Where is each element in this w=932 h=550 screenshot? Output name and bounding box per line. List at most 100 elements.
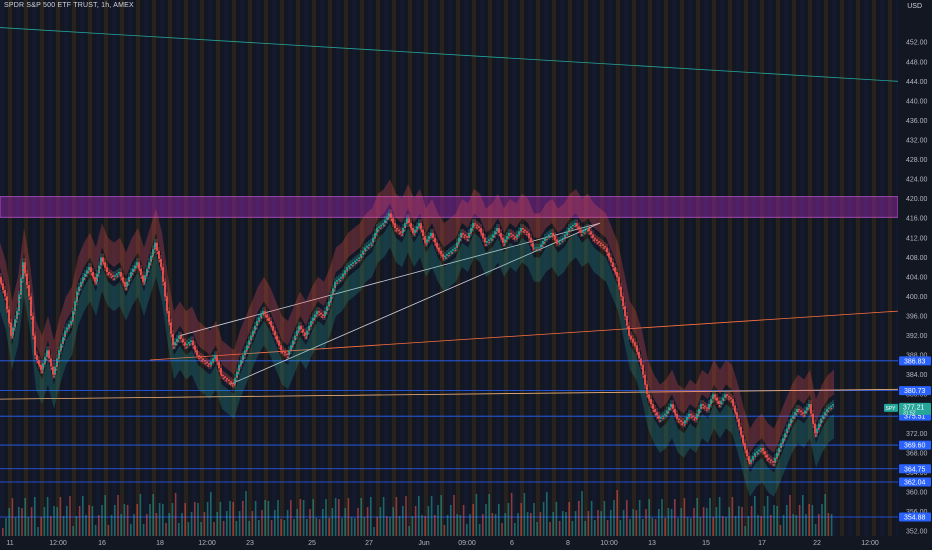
volume-bar <box>482 514 484 536</box>
volume-bar <box>203 512 206 536</box>
candle-body <box>112 275 114 277</box>
price-axis-tick: 416.00 <box>906 216 928 223</box>
session-band <box>416 0 420 536</box>
volume-bar <box>354 518 356 536</box>
candle-body <box>678 418 680 421</box>
volume-bar <box>363 517 366 536</box>
candle-body <box>560 239 562 242</box>
volume-bar <box>501 523 503 536</box>
candle-body <box>84 273 86 277</box>
candle-body <box>206 361 208 364</box>
volume-bar <box>318 519 321 536</box>
candle-body <box>762 448 764 452</box>
candle-body <box>228 379 230 382</box>
volume-bar <box>824 494 826 536</box>
volume-bar <box>565 512 567 536</box>
volume-bar <box>414 506 417 536</box>
volume-bar <box>286 510 289 536</box>
volume-bar <box>261 510 263 536</box>
volume-bar <box>648 499 650 536</box>
volume-bar <box>72 526 74 536</box>
volume-bar <box>750 506 753 536</box>
volume-bar <box>821 504 823 536</box>
volume-bar <box>34 497 36 536</box>
volume-bar <box>533 503 535 536</box>
candle-body <box>440 250 442 255</box>
session-band <box>408 0 412 536</box>
session-band <box>520 0 524 536</box>
volume-bar <box>155 513 158 536</box>
candle-body <box>554 236 556 240</box>
candle-body <box>134 265 136 269</box>
candle-body <box>596 239 598 242</box>
volume-bar <box>562 511 564 536</box>
candle-body <box>12 327 14 336</box>
candle-body <box>512 234 514 237</box>
volume-bar <box>171 503 174 536</box>
candle-body <box>398 229 400 232</box>
price-axis-tick: 432.00 <box>906 138 928 145</box>
candle-body <box>828 407 830 409</box>
volume-bar <box>488 494 490 536</box>
volume-bar <box>197 503 199 536</box>
volume-bar <box>190 512 193 536</box>
volume-bar <box>325 499 327 536</box>
time-axis-tick: 09:00 <box>458 540 476 547</box>
volume-bar <box>658 509 660 536</box>
candle-body <box>200 356 202 359</box>
candle-body <box>634 342 636 346</box>
time-axis-tick: 10:00 <box>600 540 618 547</box>
volume-bar <box>757 515 759 536</box>
candle-body <box>114 275 116 277</box>
candle-body <box>462 232 464 235</box>
resistance-zone <box>0 196 899 218</box>
volume-bar <box>178 523 180 536</box>
volume-bar <box>581 491 583 536</box>
candle-body <box>522 228 524 230</box>
session-band <box>312 0 316 536</box>
volume-bar <box>405 496 407 536</box>
volume-bar <box>504 513 506 536</box>
candle-body <box>764 451 766 455</box>
volume-bar <box>277 500 279 536</box>
candle-body <box>342 273 344 277</box>
volume-bar <box>770 515 772 536</box>
price-chart-svg[interactable]: 452.00 448.00 444.00 440.00 436.00 432.00 428.… <box>0 0 932 550</box>
candle-body <box>310 320 312 326</box>
volume-bar <box>283 520 286 536</box>
price-axis-tick: 424.00 <box>906 177 928 184</box>
volume-bar <box>270 520 273 536</box>
volume-bar <box>229 501 231 536</box>
price-axis-tick: 412.00 <box>906 235 928 242</box>
price-axis-tick: 396.00 <box>906 314 928 321</box>
volume-bar <box>782 515 785 536</box>
candle-body <box>282 350 284 352</box>
candle-body <box>214 355 216 359</box>
volume-bar <box>251 511 254 536</box>
candle-body <box>454 247 456 250</box>
candle-body <box>226 377 228 380</box>
candle-body <box>470 228 472 233</box>
candle-body <box>212 358 214 362</box>
candle-body <box>338 278 340 281</box>
volume-bar <box>693 508 695 536</box>
session-band <box>248 0 252 536</box>
candle-body <box>516 234 518 238</box>
session-band <box>728 0 732 536</box>
chart-area[interactable]: 452.00 448.00 444.00 440.00 436.00 432.00 428.… <box>0 0 932 550</box>
volume-bar <box>456 514 458 536</box>
candle-body <box>118 272 120 274</box>
volume-bar <box>616 490 618 536</box>
price-axis-tick: 400.00 <box>906 294 928 301</box>
candle-body <box>804 410 806 414</box>
time-axis-tick: 23 <box>246 540 254 547</box>
candle-body <box>668 407 670 411</box>
candle-body <box>188 342 190 344</box>
session-band <box>8 0 12 536</box>
candle-body <box>350 263 352 266</box>
candle-body <box>10 322 12 336</box>
volume-bar <box>117 495 119 536</box>
candle-body <box>798 408 800 411</box>
volume-bar <box>606 520 609 536</box>
volume-bar <box>446 515 449 536</box>
